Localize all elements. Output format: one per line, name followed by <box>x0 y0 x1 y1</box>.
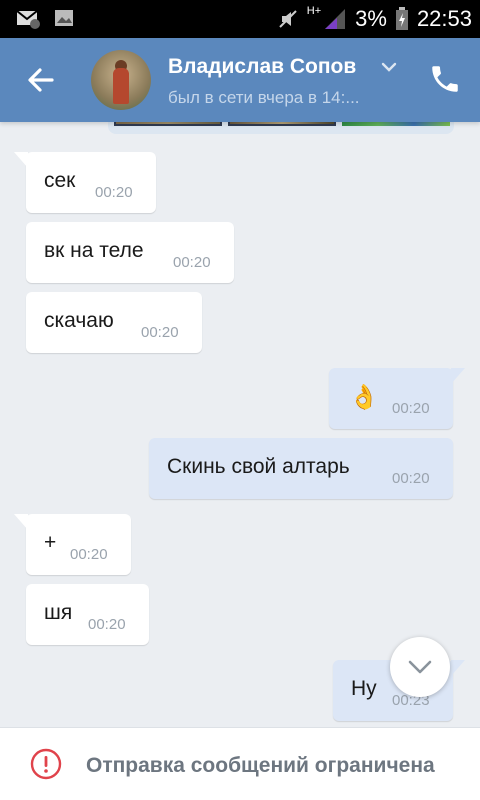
network-type: H+ <box>306 5 322 17</box>
bubble-tail <box>451 660 465 676</box>
message-time: 00:20 <box>95 184 133 201</box>
message-text: сек <box>44 169 76 192</box>
vk-mail-icon <box>16 10 40 29</box>
incoming-message[interactable]: шя 00:20 <box>26 584 149 645</box>
bubble-tail <box>14 152 28 168</box>
restricted-footer: Отправка сообщений ограничена <box>0 727 480 800</box>
battery-icon <box>395 7 408 30</box>
message-text: + <box>44 531 57 554</box>
avatar-figure <box>113 68 129 104</box>
chevron-down-icon <box>408 660 432 674</box>
chevron-down-icon[interactable] <box>380 60 398 74</box>
image-icon <box>55 10 73 26</box>
bubble-tail <box>14 514 28 530</box>
photo-attachment-strip[interactable] <box>108 122 454 134</box>
message-text: Скинь свой алтарь <box>167 455 350 478</box>
battery-percent: 3% <box>355 6 387 31</box>
scroll-to-bottom-button[interactable] <box>390 637 450 697</box>
message-time: 00:20 <box>173 254 211 271</box>
message-time: 00:20 <box>141 324 179 341</box>
message-text: Ну <box>351 677 377 700</box>
message-list[interactable]: сек 00:20 вк на теле 00:20 скачаю 00:20 … <box>0 122 480 727</box>
contact-name[interactable]: Владислав Сопов <box>168 55 356 79</box>
message-text: вк на теле <box>44 239 144 262</box>
restriction-notice: Отправка сообщений ограничена <box>86 754 435 777</box>
incoming-message[interactable]: скачаю 00:20 <box>26 292 202 353</box>
outgoing-message[interactable]: Скинь свой алтарь 00:20 <box>149 438 453 499</box>
avatar[interactable] <box>91 50 151 110</box>
message-time: 00:20 <box>392 400 430 417</box>
message-time: 00:20 <box>70 546 108 563</box>
chat-header: Владислав Сопов был в сети вчера в 14:..… <box>0 38 480 122</box>
call-button[interactable] <box>428 62 462 96</box>
message-text: шя <box>44 601 73 624</box>
incoming-message[interactable]: сек 00:20 <box>14 152 156 213</box>
phone-icon <box>432 66 458 92</box>
signal-icon <box>325 9 346 29</box>
contact-status: был в сети вчера в 14:... <box>168 88 360 107</box>
back-button[interactable] <box>22 60 62 100</box>
alert-circle-icon <box>30 748 62 780</box>
photo-thumbnail[interactable] <box>342 122 450 126</box>
notification-icons <box>16 9 74 29</box>
mute-icon <box>279 10 297 28</box>
outgoing-message[interactable]: 👌 00:20 <box>329 368 465 429</box>
back-arrow-icon <box>28 68 54 92</box>
status-bar: H+ 3% 22:53 <box>0 0 480 38</box>
incoming-message[interactable]: + 00:20 <box>14 514 131 575</box>
message-text: скачаю <box>44 309 114 332</box>
message-time: 00:20 <box>392 470 430 487</box>
bubble-tail <box>451 368 465 384</box>
message-time: 00:20 <box>88 616 126 633</box>
photo-thumbnail[interactable] <box>114 122 222 126</box>
clock: 22:53 <box>416 6 472 31</box>
photo-thumbnail[interactable] <box>228 122 336 126</box>
status-right: H+ 3% 22:53 <box>277 5 472 32</box>
message-text: 👌 <box>349 384 379 411</box>
incoming-message[interactable]: вк на теле 00:20 <box>26 222 234 283</box>
